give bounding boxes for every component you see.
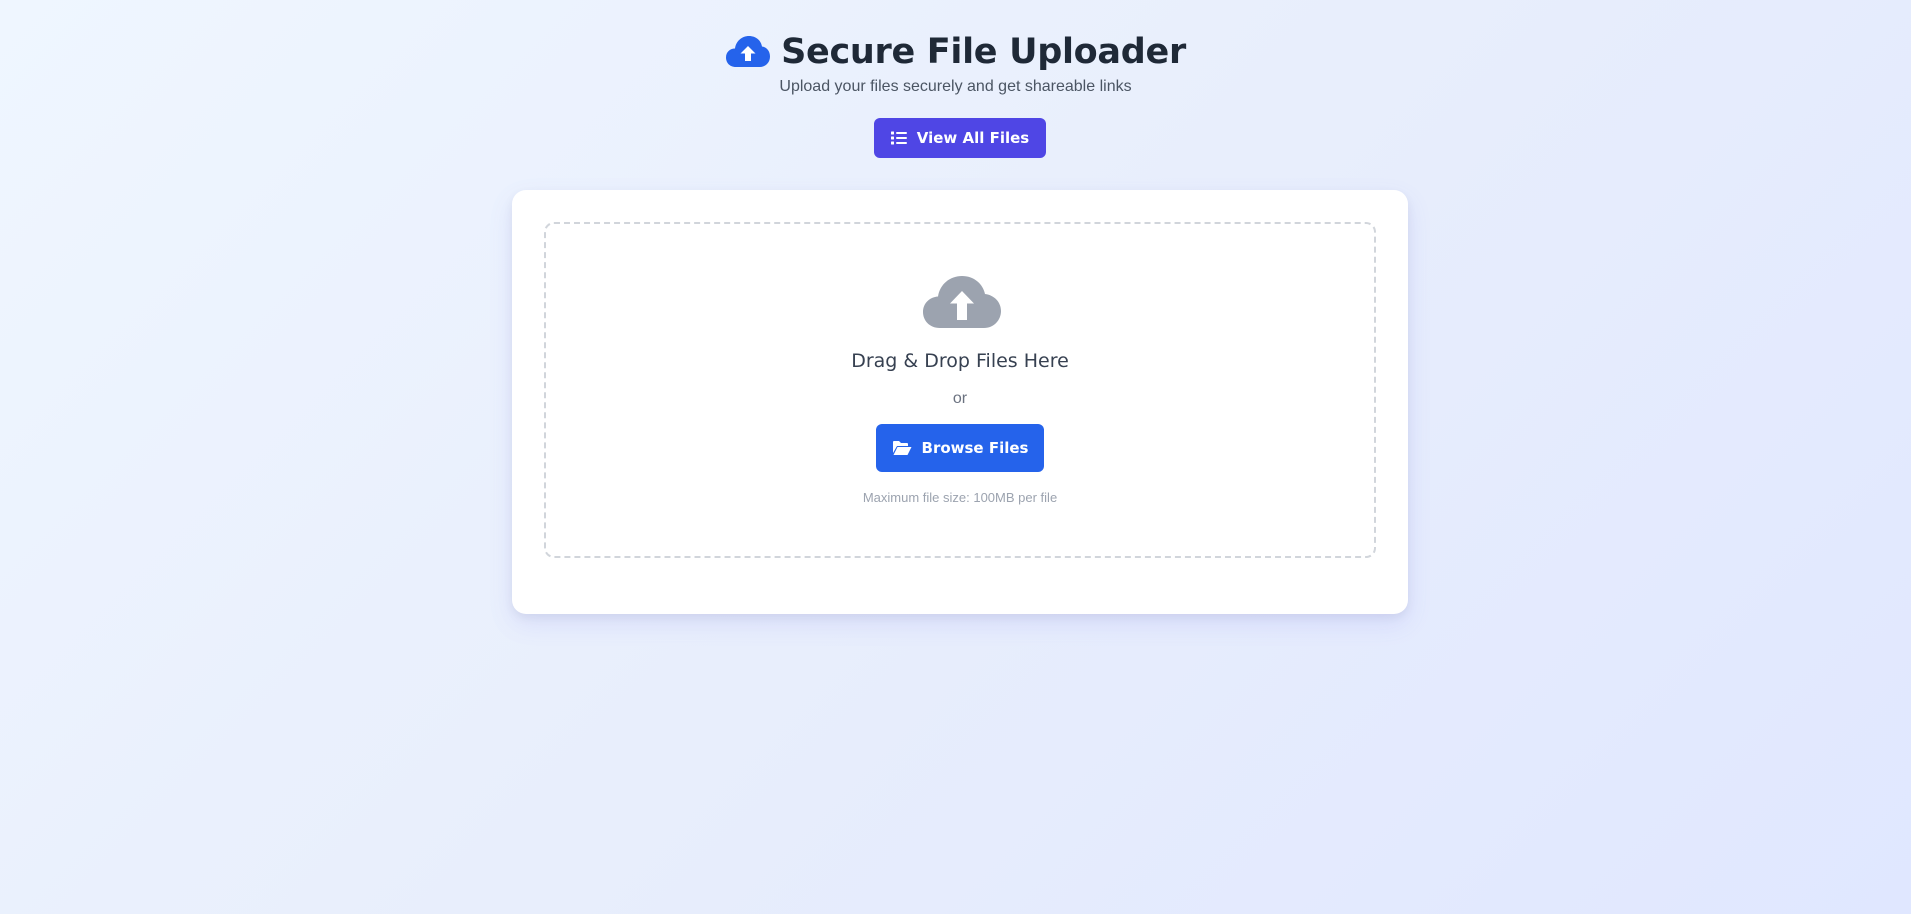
cloud-upload-icon [922,274,1002,330]
folder-open-icon [892,440,912,456]
browse-files-button[interactable]: Browse Files [876,424,1044,472]
page-header: Secure File Uploader Upload your files s… [0,30,1911,96]
title-row: Secure File Uploader [0,30,1911,74]
browse-files-label: Browse Files [921,439,1029,457]
view-all-files-label: View All Files [916,129,1030,147]
page-subtitle: Upload your files securely and get share… [779,78,1132,95]
view-all-files-button[interactable]: View All Files [874,118,1046,158]
list-icon [890,131,907,145]
file-dropzone[interactable]: Drag & Drop Files Here or Browse Files M… [544,222,1376,558]
page-title: Secure File Uploader [781,32,1186,72]
dropzone-heading: Drag & Drop Files Here [851,350,1069,372]
max-file-size-hint: Maximum file size: 100MB per file [862,490,1058,505]
cloud-upload-icon [725,35,771,69]
upload-card: Drag & Drop Files Here or Browse Files M… [512,190,1408,614]
dropzone-or-text: or [952,390,968,407]
